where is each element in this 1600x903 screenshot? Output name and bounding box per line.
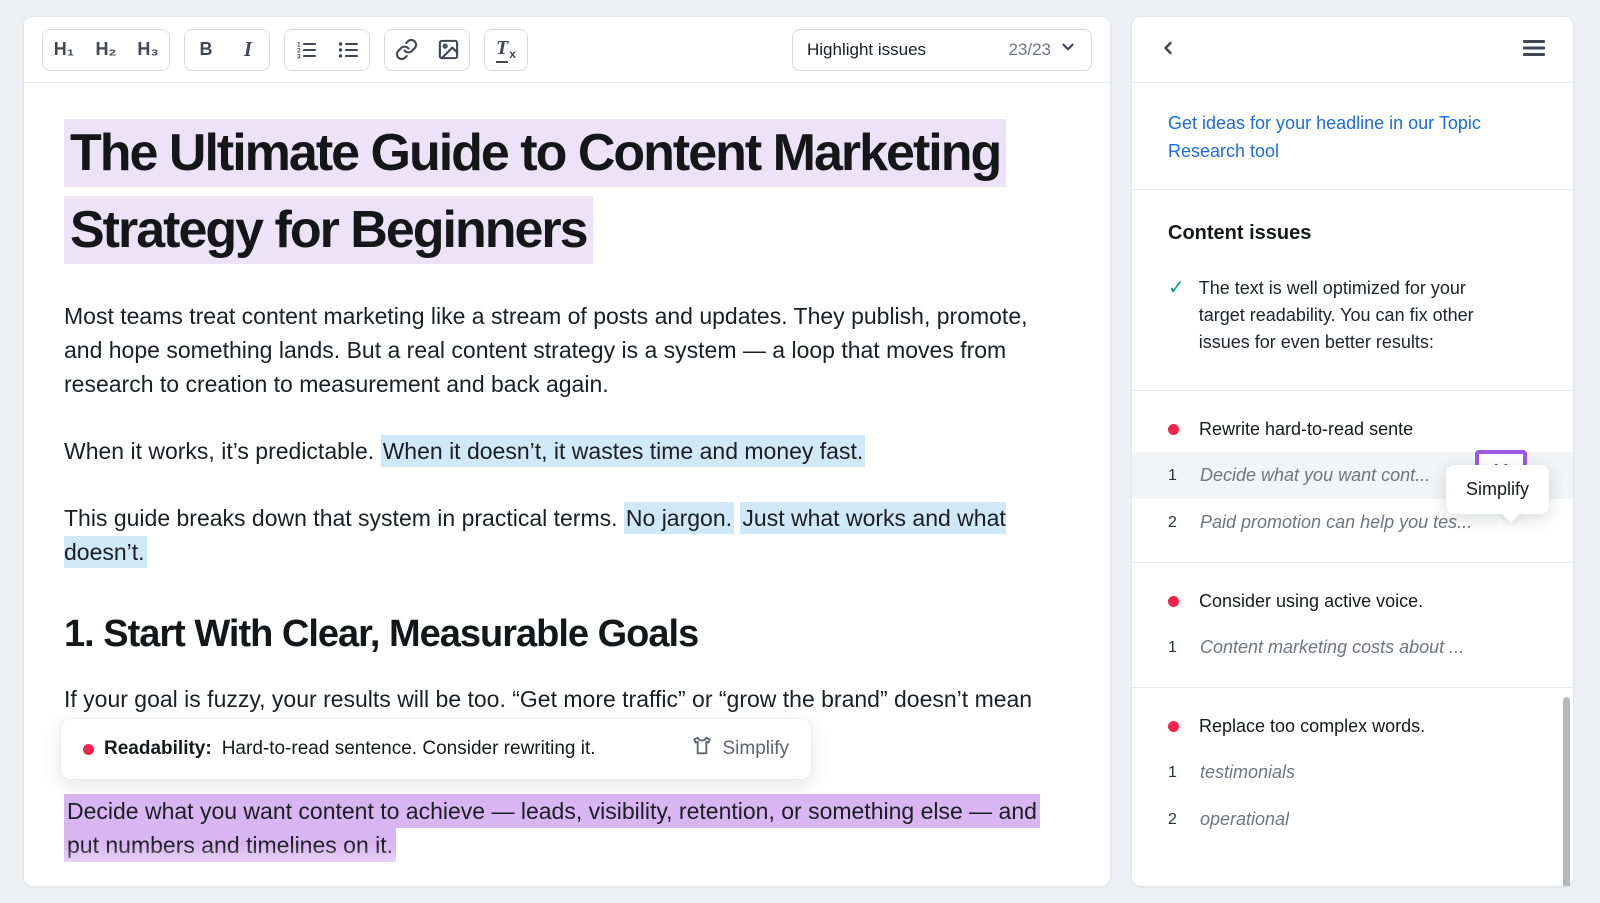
readability-popover: Readability: Hard-to-read sentence. Cons… — [60, 718, 812, 780]
hamburger-menu-icon — [1521, 38, 1547, 61]
content-issues-heading: Content issues — [1168, 222, 1537, 245]
sidebar-scrollbar[interactable] — [1563, 697, 1570, 886]
h3-button[interactable]: H₃ — [127, 30, 169, 70]
issue-item-row[interactable]: 1 Content marketing costs about ... — [1132, 624, 1573, 671]
issue-dot-icon — [83, 744, 94, 755]
format-button-group: B I — [184, 29, 270, 71]
issue-item-row[interactable]: 1 testimonials — [1132, 749, 1573, 796]
issue-group-active-voice[interactable]: Consider using active voice. — [1132, 563, 1573, 624]
simplify-tooltip: Simplify — [1446, 465, 1549, 514]
check-icon: ✓ — [1168, 275, 1185, 356]
divider — [1132, 189, 1573, 190]
highlight-issues-dropdown[interactable]: Highlight issues 23/23 — [792, 29, 1092, 71]
readability-success-item: ✓ The text is well optimized for your ta… — [1168, 275, 1537, 356]
paragraph-predictable: When it works, it’s predictable. When it… — [64, 434, 1070, 468]
sidebar-header — [1132, 17, 1573, 83]
link-icon — [395, 38, 418, 61]
topic-research-link[interactable]: Get ideas for your headline in our Topic… — [1168, 109, 1488, 165]
blue-highlight: When it doesn’t, it wastes time and mone… — [381, 435, 866, 467]
highlight-issues-count: 23/23 — [1008, 40, 1051, 60]
italic-button[interactable]: I — [227, 30, 269, 70]
tshirt-icon — [691, 735, 713, 763]
h2-button[interactable]: H₂ — [85, 30, 127, 70]
link-button[interactable] — [385, 30, 427, 70]
issue-item-row[interactable]: 2 operational — [1132, 796, 1573, 843]
bullet-list-icon — [336, 38, 360, 62]
section-heading: 1. Start With Clear, Measurable Goals — [64, 613, 1070, 656]
image-icon — [437, 38, 460, 61]
issue-dot-icon — [1168, 424, 1179, 435]
clear-format-group: Tx — [484, 29, 528, 71]
ordered-list-button[interactable]: 123 — [285, 30, 327, 70]
popover-message: Hard-to-read sentence. Consider rewritin… — [222, 738, 596, 760]
menu-button[interactable] — [1521, 38, 1547, 61]
document-editor[interactable]: The Ultimate Guide to Content Marketing … — [24, 83, 1110, 887]
popover-category: Readability: — [104, 738, 212, 760]
purple-highlight: Decide what you want content to achieve … — [64, 794, 1040, 862]
bold-button[interactable]: B — [185, 30, 227, 70]
paragraph-intro: Most teams treat content marketing like … — [64, 299, 1070, 401]
issue-dot-icon — [1168, 721, 1179, 732]
editor-panel: H₁ H₂ H₃ B I 123 Tx — [23, 16, 1111, 887]
clear-formatting-icon: T — [496, 37, 508, 63]
issue-group-complex-words[interactable]: Replace too complex words. — [1132, 688, 1573, 749]
image-button[interactable] — [427, 30, 469, 70]
bullet-list-button[interactable] — [327, 30, 369, 70]
chevron-left-icon — [1158, 38, 1178, 61]
clear-formatting-button[interactable]: Tx — [485, 30, 527, 70]
paragraph-decide: Decide what you want content to achieve … — [64, 794, 1070, 862]
highlight-issues-label: Highlight issues — [807, 40, 926, 60]
h1-button[interactable]: H₁ — [43, 30, 85, 70]
editor-toolbar: H₁ H₂ H₃ B I 123 Tx — [24, 17, 1110, 83]
blue-highlight: No jargon. — [624, 502, 734, 534]
document-title: The Ultimate Guide to Content Marketing … — [64, 115, 1070, 269]
sidebar-body: Get ideas for your headline in our Topic… — [1132, 83, 1573, 886]
issue-group-rewrite[interactable]: Rewrite hard-to-read sente — [1132, 391, 1573, 452]
collapse-sidebar-button[interactable] — [1158, 38, 1178, 61]
ordered-list-icon: 123 — [294, 38, 318, 62]
svg-text:3: 3 — [297, 53, 301, 60]
heading-button-group: H₁ H₂ H₃ — [42, 29, 170, 71]
chevron-down-icon — [1059, 38, 1077, 61]
list-button-group: 123 — [284, 29, 370, 71]
assistant-sidebar: Get ideas for your headline in our Topic… — [1131, 16, 1574, 887]
paragraph-goals: If your goal is fuzzy, your results will… — [64, 682, 1070, 716]
paragraph-guide: This guide breaks down that system in pr… — [64, 501, 1070, 569]
insert-button-group — [384, 29, 470, 71]
issue-dot-icon — [1168, 596, 1179, 607]
simplify-button[interactable]: Simplify — [691, 735, 789, 763]
